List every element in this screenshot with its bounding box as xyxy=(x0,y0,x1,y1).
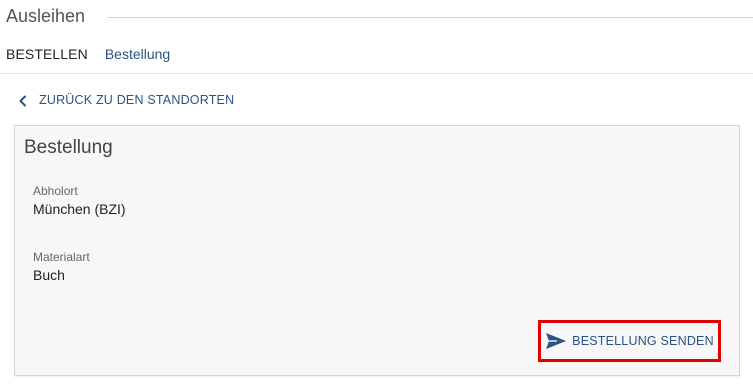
section-divider xyxy=(107,16,753,18)
send-order-label: BESTELLUNG SENDEN xyxy=(572,334,714,348)
breadcrumb-tabs: BESTELLEN Bestellung xyxy=(6,45,170,63)
send-icon xyxy=(545,332,567,350)
send-order-button[interactable]: BESTELLUNG SENDEN xyxy=(538,320,721,362)
section-header: Ausleihen xyxy=(6,4,753,28)
tab-bestellen: BESTELLEN xyxy=(6,46,88,62)
pickup-location-label: Abholort xyxy=(33,184,78,198)
card-title: Bestellung xyxy=(24,137,113,158)
material-type-value: Buch xyxy=(33,267,65,283)
material-type-label: Materialart xyxy=(33,250,90,264)
tab-bestellung[interactable]: Bestellung xyxy=(105,46,170,62)
tabs-divider xyxy=(0,73,753,74)
order-card: Bestellung Abholort München (BZI) Materi… xyxy=(14,125,740,376)
section-title: Ausleihen xyxy=(6,5,86,26)
chevron-left-icon xyxy=(18,94,28,107)
page: Ausleihen BESTELLEN Bestellung ZURÜCK ZU… xyxy=(0,0,753,384)
back-link-label: ZURÜCK ZU DEN STANDORTEN xyxy=(39,93,235,107)
pickup-location-value: München (BZI) xyxy=(33,201,126,217)
back-to-locations-link[interactable]: ZURÜCK ZU DEN STANDORTEN xyxy=(18,91,234,109)
